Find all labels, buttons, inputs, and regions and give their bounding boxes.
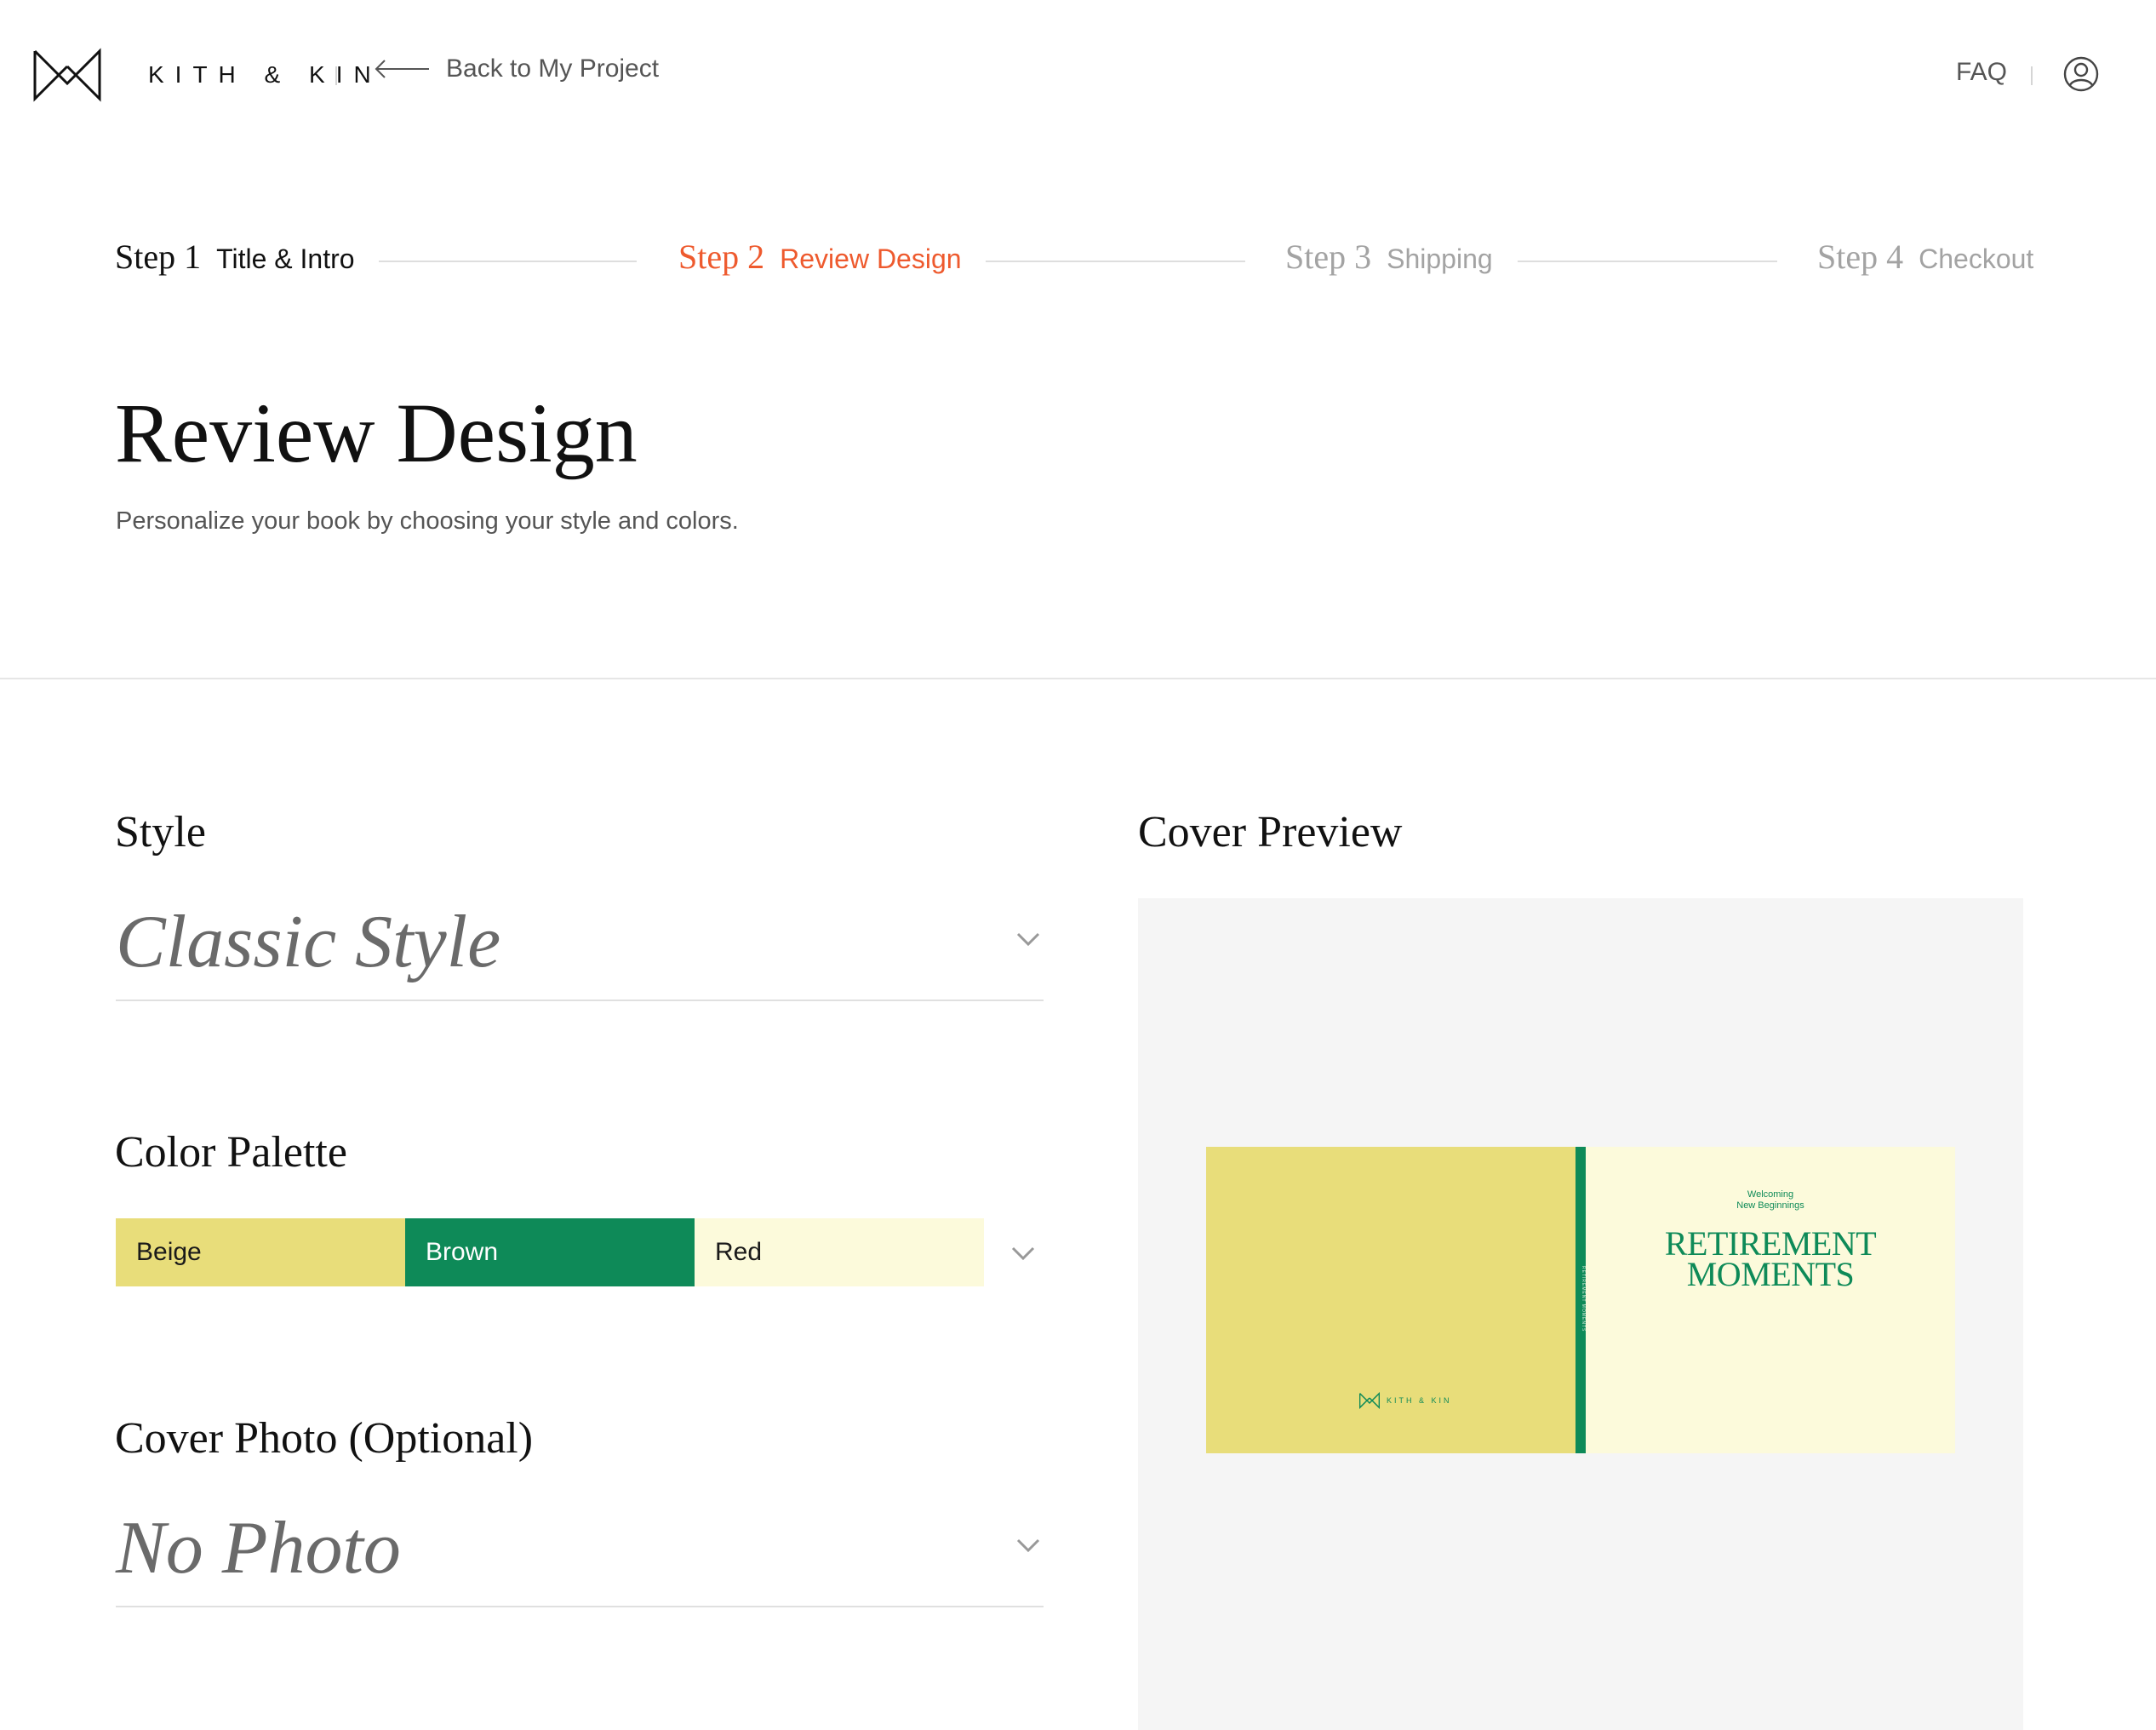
- cover-photo-label: Cover Photo (Optional): [115, 1414, 534, 1463]
- arrow-left-icon: [375, 60, 429, 78]
- swatch-label: Brown: [426, 1238, 499, 1266]
- step-title-intro[interactable]: Step 1 Title & Intro: [115, 237, 355, 277]
- step-connector: [1518, 261, 1777, 262]
- cover-photo-select[interactable]: No Photo: [116, 1493, 1044, 1607]
- step-number: Step 4: [1817, 238, 1904, 276]
- step-review-design[interactable]: Step 2 Review Design: [678, 237, 962, 277]
- style-select[interactable]: Classic Style: [116, 887, 1044, 1001]
- step-shipping[interactable]: Step 3 Shipping: [1285, 237, 1493, 277]
- swatch-beige[interactable]: Beige: [116, 1218, 405, 1286]
- kith-kin-logo-icon: [33, 48, 101, 102]
- kith-kin-logo-icon: [1359, 1392, 1380, 1409]
- swatch-label: Red: [715, 1238, 763, 1266]
- book-back-cover: KITH & KIN: [1206, 1147, 1576, 1453]
- book-front-cover: Welcoming New Beginnings RETIREMENT MOME…: [1586, 1147, 1955, 1453]
- step-label: Title & Intro: [216, 243, 355, 274]
- checkout-stepper: Step 1 Title & Intro Step 2 Review Desig…: [0, 237, 2156, 288]
- back-cover-logo: KITH & KIN: [1359, 1392, 1452, 1409]
- color-palette-select[interactable]: Beige Brown Red: [116, 1218, 984, 1286]
- brand-name: KITH & KIN: [148, 61, 382, 88]
- book-cover-preview: KITH & KIN RETIREMENT MOMENTS Welcoming …: [1206, 1147, 1955, 1453]
- brand-logo[interactable]: KITH & KIN: [33, 48, 382, 102]
- step-label: Checkout: [1919, 243, 2034, 274]
- cover-title: RETIREMENT MOMENTS: [1586, 1227, 1955, 1293]
- cover-preview-label: Cover Preview: [1138, 808, 1403, 856]
- back-link-label: Back to My Project: [446, 54, 660, 83]
- chevron-down-icon: [1016, 932, 1040, 947]
- step-number: Step 3: [1285, 238, 1372, 276]
- swatch-brown[interactable]: Brown: [405, 1218, 695, 1286]
- spine-title: RETIREMENT MOMENTS: [1581, 1266, 1586, 1332]
- cover-title-line: MOMENTS: [1686, 1255, 1855, 1293]
- step-label: Shipping: [1387, 243, 1493, 274]
- step-label: Review Design: [780, 243, 962, 274]
- cover-photo-select-value: No Photo: [116, 1507, 401, 1590]
- user-account-icon[interactable]: [2063, 56, 2099, 92]
- step-checkout[interactable]: Step 4 Checkout: [1817, 237, 2033, 277]
- swatch-red[interactable]: Red: [695, 1218, 984, 1286]
- page-title: Review Design: [115, 386, 638, 480]
- header-separator: [2031, 66, 2033, 85]
- cover-subtitle-line: New Beginnings: [1736, 1200, 1804, 1211]
- section-divider: [0, 678, 2156, 679]
- faq-link[interactable]: FAQ: [1956, 58, 2007, 87]
- chevron-down-icon: [1016, 1538, 1040, 1553]
- header-separator: [335, 66, 337, 85]
- cover-preview-panel: KITH & KIN RETIREMENT MOMENTS Welcoming …: [1138, 898, 2023, 1730]
- step-number: Step 2: [678, 238, 765, 276]
- step-connector: [986, 261, 1245, 262]
- chevron-down-icon[interactable]: [1011, 1246, 1035, 1261]
- style-select-value: Classic Style: [116, 901, 501, 983]
- page-subtitle: Personalize your book by choosing your s…: [116, 507, 739, 535]
- color-palette-label: Color Palette: [115, 1128, 347, 1177]
- back-cover-brand: KITH & KIN: [1387, 1396, 1452, 1405]
- cover-subtitle: Welcoming New Beginnings: [1586, 1189, 1955, 1212]
- back-to-project-link[interactable]: Back to My Project: [375, 54, 659, 83]
- step-connector: [379, 261, 637, 262]
- style-label: Style: [115, 808, 206, 856]
- swatch-label: Beige: [136, 1238, 202, 1266]
- top-header: KITH & KIN Back to My Project FAQ: [0, 0, 2156, 153]
- step-number: Step 1: [115, 238, 202, 276]
- cover-subtitle-line: Welcoming: [1747, 1189, 1794, 1200]
- book-spine: RETIREMENT MOMENTS: [1576, 1147, 1586, 1453]
